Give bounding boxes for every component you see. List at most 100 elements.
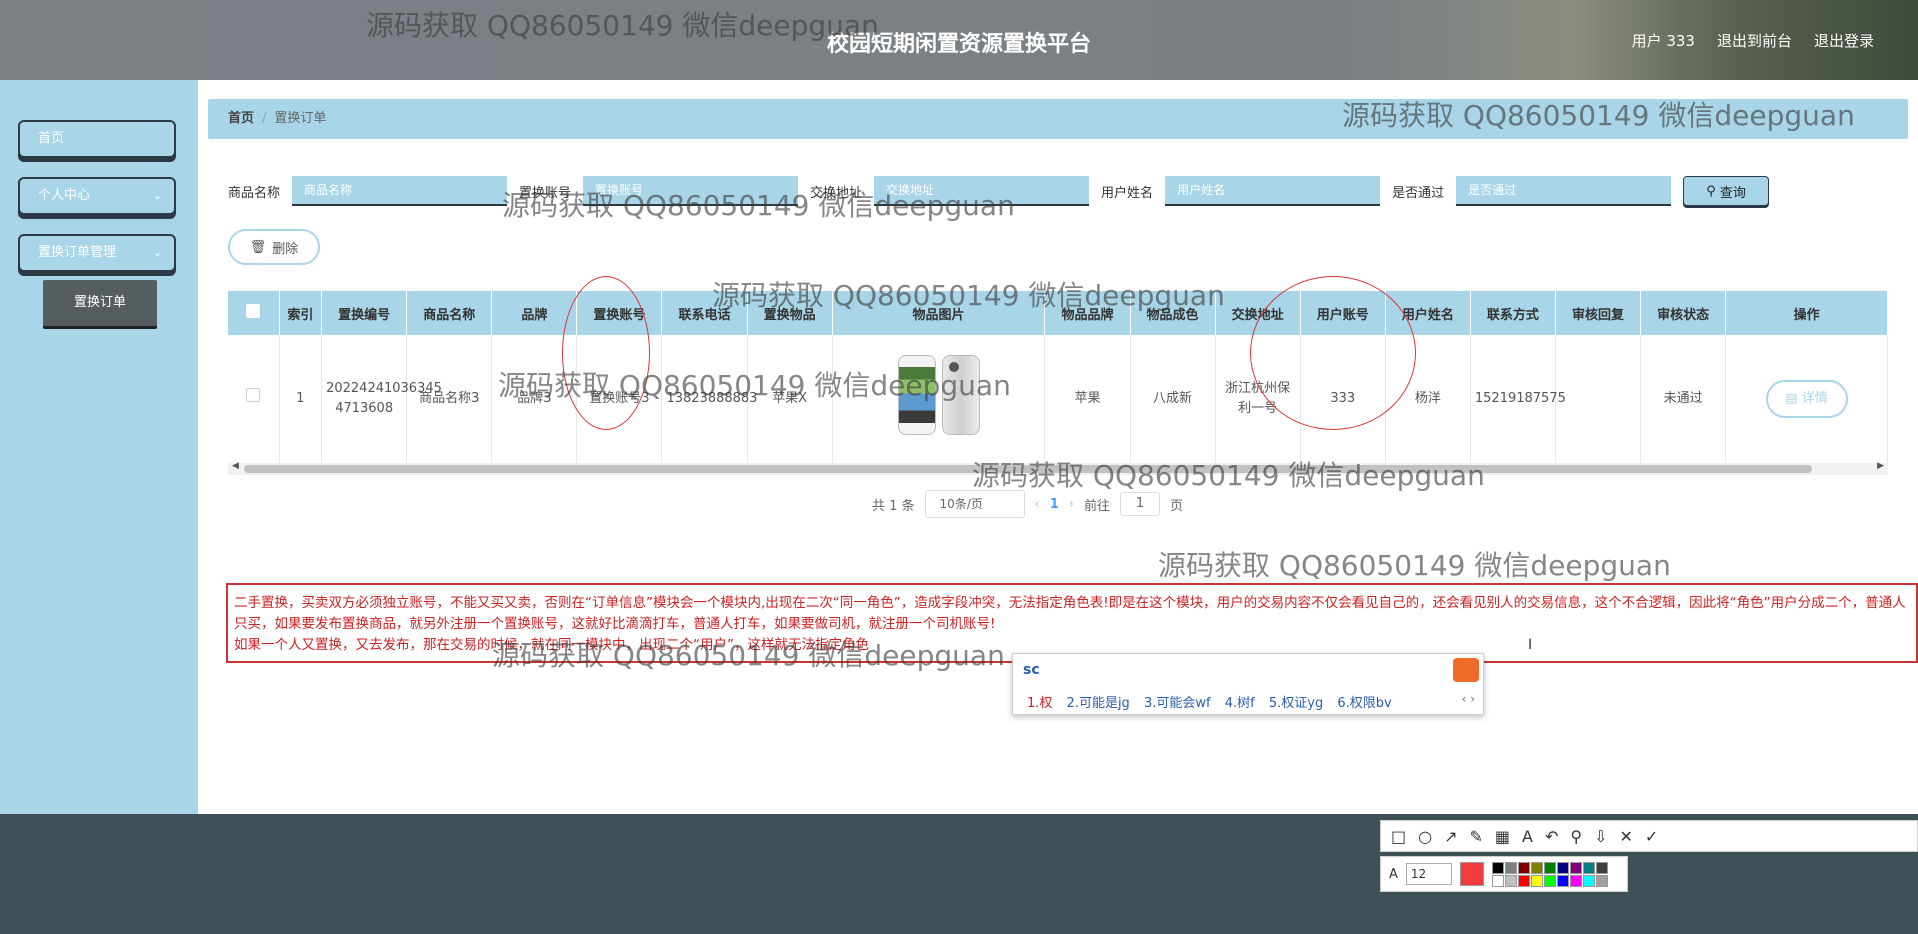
cell-status: 未通过 bbox=[1640, 335, 1727, 464]
row-checkbox[interactable] bbox=[246, 388, 261, 403]
color-swatch[interactable] bbox=[1556, 874, 1569, 887]
breadcrumb: 首页 / 置换订单 bbox=[208, 99, 1908, 139]
color-swatch[interactable] bbox=[1543, 874, 1556, 887]
sidebar-item-personal[interactable]: 个人中心 ⌄ bbox=[18, 177, 176, 215]
approved-input[interactable] bbox=[1456, 176, 1672, 206]
cell-reply bbox=[1555, 335, 1642, 464]
arrow-tool-icon[interactable]: ↗ bbox=[1444, 827, 1457, 846]
sidebar-item-home[interactable]: 首页 bbox=[18, 120, 176, 158]
text-tool-icon[interactable]: A bbox=[1522, 827, 1533, 846]
mosaic-tool-icon[interactable]: ▦ bbox=[1495, 827, 1510, 846]
exit-to-front-link[interactable]: 退出到前台 bbox=[1717, 30, 1792, 51]
ime-candidate[interactable]: 5.权证yg bbox=[1269, 696, 1323, 711]
detail-button[interactable]: ▤ 详情 bbox=[1765, 379, 1848, 418]
ime-logo-icon[interactable] bbox=[1453, 658, 1479, 682]
color-swatch[interactable] bbox=[1491, 861, 1504, 874]
color-swatch[interactable] bbox=[1543, 861, 1556, 874]
ime-candidate-window: sc 1.权 2.可能是jg 3.可能会wf 4.树f 5.权证yg 6.权限b… bbox=[1012, 653, 1484, 715]
prev-page-icon[interactable]: ‹ bbox=[1035, 497, 1040, 512]
color-swatch[interactable] bbox=[1517, 861, 1530, 874]
breadcrumb-home[interactable]: 首页 bbox=[228, 111, 254, 126]
sidebar-item-order-mgmt[interactable]: 置换订单管理 ⌄ bbox=[18, 234, 176, 272]
color-swatch[interactable] bbox=[1491, 874, 1504, 887]
color-swatch[interactable] bbox=[1582, 861, 1595, 874]
cell-account: 置换账号3 bbox=[576, 335, 663, 464]
color-swatch[interactable] bbox=[1569, 861, 1582, 874]
column-header: 联系方式 bbox=[1470, 291, 1556, 335]
column-header: 物品品牌 bbox=[1044, 291, 1131, 335]
ime-candidate[interactable]: 6.权限bv bbox=[1337, 696, 1391, 711]
exchange-account-input[interactable] bbox=[583, 176, 799, 206]
ime-candidate[interactable]: 2.可能是jg bbox=[1067, 696, 1130, 711]
ime-page-arrows-icon[interactable]: ‹ › bbox=[1462, 692, 1475, 706]
column-header: 品牌 bbox=[491, 291, 578, 335]
current-color-swatch[interactable] bbox=[1459, 862, 1484, 886]
color-swatch[interactable] bbox=[1504, 861, 1517, 874]
scrollbar-thumb[interactable] bbox=[244, 465, 1812, 473]
sidebar-item-label: 首页 bbox=[38, 131, 65, 146]
pin-icon[interactable]: ⚲ bbox=[1570, 827, 1582, 846]
goto-page-input[interactable]: 1 bbox=[1120, 492, 1161, 516]
product-name-input[interactable] bbox=[292, 176, 508, 206]
ime-candidate[interactable]: 4.树f bbox=[1225, 696, 1255, 711]
annotation-textbox[interactable]: 二手置换，买卖双方必须独立账号，不能又买又卖，否则在“订单信息”模块会一个模块内… bbox=[226, 583, 1918, 663]
column-header: 用户姓名 bbox=[1385, 291, 1471, 335]
pen-tool-icon[interactable]: ✎ bbox=[1470, 827, 1483, 846]
pagination: 共 1 条 10条/页 ‹ 1 › 前往 1 页 bbox=[872, 490, 1183, 518]
color-swatch[interactable] bbox=[1504, 874, 1517, 887]
document-icon: ▤ bbox=[1785, 390, 1798, 406]
cell-condition: 八成新 bbox=[1130, 335, 1216, 464]
item-image[interactable] bbox=[897, 355, 980, 436]
select-all-header bbox=[228, 291, 280, 335]
current-user[interactable]: 用户 333 bbox=[1632, 30, 1695, 51]
color-swatch[interactable] bbox=[1517, 874, 1530, 887]
sidebar-subitem-orders[interactable]: 置换订单 bbox=[43, 280, 157, 326]
close-icon[interactable]: ✕ bbox=[1620, 827, 1633, 846]
page-size-select[interactable]: 10条/页 bbox=[924, 490, 1025, 518]
column-header: 商品名称 bbox=[406, 291, 493, 335]
confirm-icon[interactable]: ✓ bbox=[1645, 827, 1658, 846]
user-name-input[interactable] bbox=[1165, 176, 1381, 206]
logout-link[interactable]: 退出登录 bbox=[1814, 30, 1874, 51]
color-swatch[interactable] bbox=[1595, 874, 1608, 887]
batch-delete-button[interactable]: 🗑 删除 bbox=[228, 229, 320, 265]
color-swatch[interactable] bbox=[1569, 874, 1582, 887]
ellipse-tool-icon[interactable]: ○ bbox=[1418, 827, 1432, 846]
text-cursor-icon: I bbox=[1528, 637, 1533, 653]
page-number-current[interactable]: 1 bbox=[1050, 497, 1059, 512]
color-swatch[interactable] bbox=[1595, 861, 1608, 874]
color-swatch[interactable] bbox=[1530, 861, 1543, 874]
query-button[interactable]: ⚲ 查询 bbox=[1683, 176, 1770, 206]
exchange-address-input[interactable] bbox=[874, 176, 1090, 206]
ime-candidates: 1.权 2.可能是jg 3.可能会wf 4.树f 5.权证yg 6.权限bv bbox=[1027, 692, 1402, 711]
table-horizontal-scrollbar[interactable]: ◀ ▶ bbox=[228, 461, 1888, 475]
field-label: 交换地址 bbox=[810, 185, 863, 201]
font-size-select[interactable]: 12 bbox=[1405, 863, 1452, 885]
search-field-approved: 是否通过 bbox=[1392, 176, 1672, 206]
select-all-checkbox[interactable] bbox=[246, 304, 261, 318]
color-swatch[interactable] bbox=[1530, 874, 1543, 887]
cell-actions: ▤ 详情 bbox=[1725, 335, 1888, 464]
column-header: 用户账号 bbox=[1300, 291, 1386, 335]
header-nav: 用户 333 退出到前台 退出登录 bbox=[1632, 30, 1874, 51]
rectangle-tool-icon[interactable]: □ bbox=[1391, 827, 1406, 846]
annotation-line-1: 二手置换，买卖双方必须独立账号，不能又买又卖，否则在“订单信息”模块会一个模块内… bbox=[234, 595, 1906, 632]
ime-candidate[interactable]: 3.可能会wf bbox=[1144, 696, 1211, 711]
ime-candidate[interactable]: 1.权 bbox=[1027, 696, 1052, 711]
color-swatch[interactable] bbox=[1556, 861, 1569, 874]
scroll-right-arrow-icon[interactable]: ▶ bbox=[1877, 461, 1884, 471]
trash-icon: 🗑 bbox=[249, 239, 267, 255]
undo-icon[interactable]: ↶ bbox=[1545, 827, 1558, 846]
column-header: 交换地址 bbox=[1215, 291, 1301, 335]
next-page-icon[interactable]: › bbox=[1069, 497, 1074, 512]
row-select-cell bbox=[228, 335, 280, 464]
sidebar-item-label: 置换订单管理 bbox=[38, 245, 117, 260]
delete-button-label: 删除 bbox=[272, 241, 299, 257]
color-swatch[interactable] bbox=[1582, 874, 1595, 887]
scroll-left-arrow-icon[interactable]: ◀ bbox=[232, 461, 239, 471]
cell-user-name: 杨洋 bbox=[1385, 335, 1471, 464]
chevron-down-icon: ⌄ bbox=[152, 189, 162, 202]
search-field-account: 置换账号 bbox=[519, 176, 799, 206]
query-button-label: 查询 bbox=[1719, 185, 1746, 201]
save-icon[interactable]: ⇩ bbox=[1594, 827, 1607, 846]
